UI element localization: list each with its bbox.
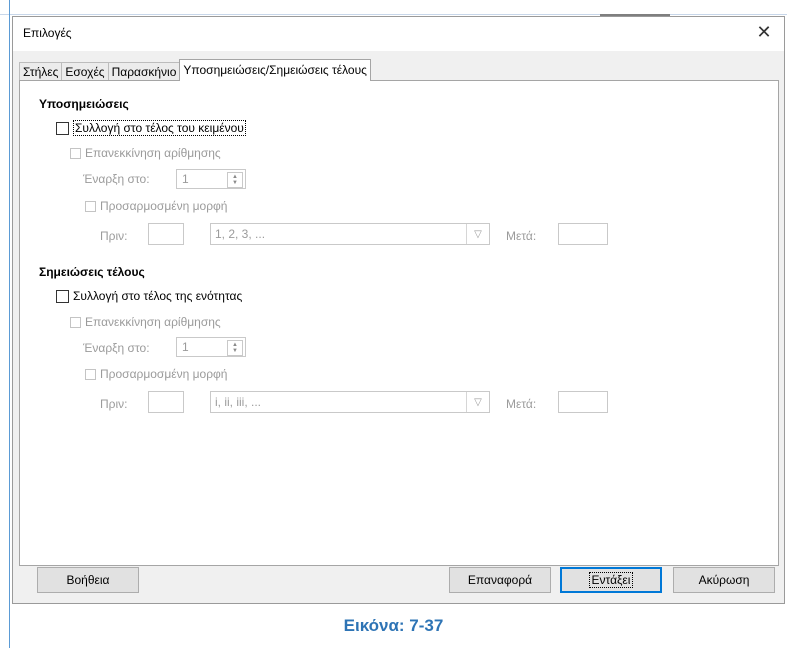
tab-background[interactable]: Παρασκήνιο (107, 62, 181, 81)
reset-button-label: Επαναφορά (467, 573, 533, 587)
footnotes-restart-checkbox[interactable] (70, 147, 81, 159)
footnotes-collect-row[interactable]: Συλλογή στο τέλος του κειμένου (56, 120, 246, 136)
endnotes-after-input[interactable] (558, 391, 608, 413)
ok-button[interactable]: Εντάξει (560, 567, 662, 593)
chevron-down-icon[interactable]: ▽ (466, 392, 489, 412)
footnotes-before-label: Πριν: (100, 229, 128, 243)
endnotes-format-value: i, ii, iii, ... (215, 395, 262, 409)
title-bar: Επιλογές ✕ (13, 17, 784, 51)
reset-button[interactable]: Επαναφορά (449, 567, 551, 593)
endnotes-custom-checkbox[interactable] (85, 368, 96, 380)
endnotes-format-select[interactable]: i, ii, iii, ... ▽ (210, 391, 490, 413)
endnotes-restart-label: Επανεκκίνηση αρίθμησης (85, 315, 221, 329)
footnotes-after-input[interactable] (558, 223, 608, 245)
spinner-arrows-icon[interactable]: ▲ ▼ (227, 340, 243, 356)
endnotes-before-label: Πριν: (100, 397, 128, 411)
cancel-button-label: Ακύρωση (698, 573, 750, 587)
footnotes-collect-checkbox[interactable] (56, 121, 69, 135)
endnotes-start-value: 1 (182, 340, 189, 354)
help-button-label: Βοήθεια (66, 573, 110, 587)
footnotes-custom-label: Προσαρμοσμένη μορφή (100, 199, 228, 213)
dialog-title: Επιλογές (23, 26, 72, 40)
endnotes-restart-checkbox[interactable] (70, 316, 81, 328)
endnotes-custom-row[interactable]: Προσαρμοσμένη μορφή (85, 367, 227, 381)
footnotes-format-select[interactable]: 1, 2, 3, ... ▽ (210, 223, 490, 245)
tab-indents[interactable]: Εσοχές (61, 62, 109, 81)
footnotes-restart-label: Επανεκκίνηση αρίθμησης (85, 146, 221, 160)
endnotes-start-label: Έναρξη στο: (83, 341, 150, 355)
footnotes-start-spinner[interactable]: 1 ▲ ▼ (176, 169, 246, 189)
spinner-arrows-icon[interactable]: ▲ ▼ (227, 172, 243, 188)
tab-columns[interactable]: Στήλες (19, 62, 63, 81)
endnotes-collect-row[interactable]: Συλλογή στο τέλος της ενότητας (56, 289, 242, 303)
cancel-button[interactable]: Ακύρωση (673, 567, 775, 593)
endnotes-heading: Σημειώσεις τέλους (39, 265, 145, 279)
endnotes-collect-checkbox[interactable] (56, 289, 69, 303)
tab-footnotes-endnotes[interactable]: Υποσημειώσεις/Σημειώσεις τέλους (179, 59, 371, 81)
endnotes-start-spinner[interactable]: 1 ▲ ▼ (176, 337, 246, 357)
footnotes-format-value: 1, 2, 3, ... (215, 227, 266, 241)
footnotes-custom-row[interactable]: Προσαρμοσμένη μορφή (85, 199, 227, 213)
footnotes-start-label: Έναρξη στο: (83, 172, 150, 186)
figure-caption: Εικόνα: 7-37 (343, 616, 444, 635)
footnotes-start-value: 1 (182, 172, 189, 186)
close-icon: ✕ (756, 21, 772, 42)
help-button[interactable]: Βοήθεια (37, 567, 139, 593)
footnotes-before-input[interactable] (148, 223, 184, 245)
footnotes-collect-label: Συλλογή στο τέλος του κειμένου (73, 120, 246, 136)
chevron-down-icon[interactable]: ▽ (466, 224, 489, 244)
endnotes-restart-row[interactable]: Επανεκκίνηση αρίθμησης (70, 315, 221, 329)
endnotes-custom-label: Προσαρμοσμένη μορφή (100, 367, 228, 381)
footnotes-after-label: Μετά: (506, 229, 537, 243)
footnotes-heading: Υποσημειώσεις (39, 97, 129, 111)
document-margin-line (9, 0, 10, 648)
ok-button-label: Εντάξει (588, 572, 634, 588)
footnotes-custom-checkbox[interactable] (85, 200, 96, 212)
tab-bar: Στήλες Εσοχές Παρασκήνιο Υποσημειώσεις/Σ… (19, 59, 371, 81)
options-dialog: Επιλογές ✕ Στήλες Εσοχές Παρασκήνιο Υποσ… (12, 16, 785, 604)
endnotes-collect-label: Συλλογή στο τέλος της ενότητας (73, 289, 243, 303)
tab-panel: Υποσημειώσεις Συλλογή στο τέλος του κειμ… (19, 80, 779, 566)
endnotes-before-input[interactable] (148, 391, 184, 413)
endnotes-after-label: Μετά: (506, 397, 537, 411)
close-button[interactable]: ✕ (744, 17, 784, 47)
footnotes-restart-row[interactable]: Επανεκκίνηση αρίθμησης (70, 146, 221, 160)
